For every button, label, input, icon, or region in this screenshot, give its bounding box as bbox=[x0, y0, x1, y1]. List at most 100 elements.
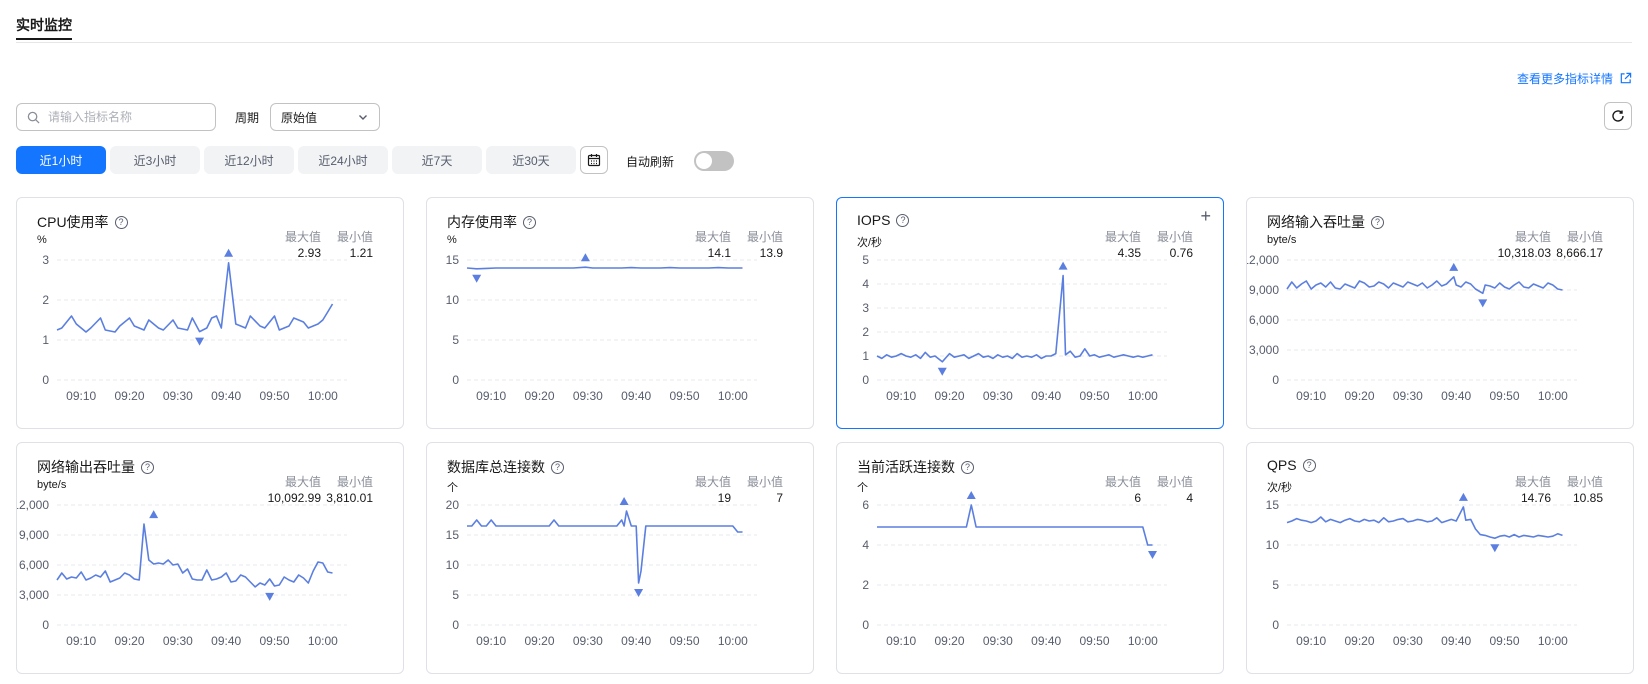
metric-card[interactable]: 0 5 10 15 20 09:10 09:20 09:30 09:40 09:50 10:00 数据… bbox=[426, 442, 814, 674]
min-value: 8,666.17 bbox=[1556, 246, 1603, 260]
x-tick-label: 09:30 bbox=[1393, 634, 1423, 648]
calendar-button[interactable] bbox=[580, 146, 608, 174]
y-tick-label: 3,000 bbox=[19, 588, 49, 602]
series-line bbox=[876, 274, 1153, 363]
metric-card[interactable]: 0 5 10 15 09:10 09:20 09:30 09:40 09:50 10:00 QPS?… bbox=[1246, 442, 1634, 674]
x-tick-label: 09:50 bbox=[1489, 389, 1519, 403]
min-stat: 最小值 4 bbox=[1157, 473, 1193, 505]
y-tick-label: 3 bbox=[862, 301, 869, 315]
metric-card[interactable]: 0 3,000 6,000 9,000 12,000 09:10 09:20 09:30 09:… bbox=[1246, 197, 1634, 429]
y-tick-label: 2 bbox=[42, 293, 49, 307]
chevron-down-icon bbox=[359, 115, 367, 120]
y-tick-label: 0 bbox=[452, 618, 459, 632]
x-tick-label: 09:20 bbox=[1344, 634, 1374, 648]
help-icon[interactable]: ? bbox=[1371, 215, 1384, 229]
metric-title-text: 网络输出吞吐量 bbox=[37, 459, 135, 475]
metric-unit: 次/秒 bbox=[857, 237, 883, 249]
metric-title: IOPS? bbox=[857, 212, 910, 228]
min-value: 1.21 bbox=[349, 246, 373, 260]
help-icon[interactable]: ? bbox=[896, 213, 910, 227]
y-tick-label: 15 bbox=[446, 528, 460, 542]
max-value: 19 bbox=[717, 491, 731, 505]
y-tick-label: 5 bbox=[452, 333, 459, 347]
metric-card[interactable]: 0 5 10 15 09:10 09:20 09:30 09:40 09:50 10:00 内存使用… bbox=[426, 197, 814, 429]
x-tick-label: 09:40 bbox=[1441, 634, 1471, 648]
add-icon[interactable]: + bbox=[1200, 206, 1211, 227]
series-line bbox=[56, 262, 334, 333]
max-label: 最大值 bbox=[1104, 475, 1141, 489]
help-icon[interactable]: ? bbox=[141, 460, 154, 474]
min-marker bbox=[1490, 544, 1500, 553]
y-tick-label: 6,000 bbox=[19, 558, 49, 572]
max-stat: 最大值 19 bbox=[695, 473, 731, 505]
min-label: 最小值 bbox=[336, 475, 373, 489]
more-metrics-link[interactable]: 查看更多指标详情 bbox=[1517, 70, 1632, 87]
y-tick-label: 9,000 bbox=[1249, 283, 1279, 297]
metric-unit: byte/s bbox=[37, 479, 67, 491]
range-3h-button[interactable]: 近3小时 bbox=[110, 146, 200, 174]
y-tick-label: 10 bbox=[1266, 538, 1280, 552]
range-7d-button[interactable]: 近7天 bbox=[392, 146, 482, 174]
series-line bbox=[1286, 506, 1563, 539]
min-value: 4 bbox=[1186, 491, 1193, 505]
y-tick-label: 0 bbox=[862, 618, 869, 632]
y-tick-label: 2 bbox=[862, 325, 869, 339]
auto-refresh-label: 自动刷新 bbox=[626, 155, 675, 169]
range-12h-button[interactable]: 近12小时 bbox=[204, 146, 294, 174]
period-select[interactable]: 原始值 bbox=[270, 103, 380, 131]
min-label: 最小值 bbox=[336, 230, 373, 244]
x-tick-label: 09:50 bbox=[1489, 634, 1519, 648]
metric-card[interactable]: 0 1 2 3 4 5 09:10 09:20 09:30 09:40 09:50 10:00 IOPS… bbox=[836, 197, 1224, 429]
help-icon[interactable]: ? bbox=[551, 460, 564, 474]
range-30d-button[interactable]: 近30天 bbox=[486, 146, 576, 174]
min-marker bbox=[1478, 299, 1488, 308]
metric-title-text: QPS bbox=[1267, 457, 1297, 473]
x-tick-label: 09:20 bbox=[1344, 389, 1374, 403]
search-input[interactable] bbox=[46, 109, 210, 125]
metric-unit: % bbox=[447, 234, 457, 246]
y-tick-label: 15 bbox=[446, 253, 460, 267]
x-tick-label: 09:50 bbox=[669, 389, 699, 403]
x-tick-label: 09:50 bbox=[1079, 389, 1109, 403]
tab-realtime-monitoring[interactable]: 实时监控 bbox=[16, 15, 72, 35]
y-tick-label: 10 bbox=[446, 293, 460, 307]
y-tick-label: 1 bbox=[862, 349, 869, 363]
help-icon[interactable]: ? bbox=[961, 460, 974, 474]
help-icon[interactable]: ? bbox=[523, 215, 536, 229]
y-tick-label: 12,000 bbox=[1247, 253, 1279, 267]
x-tick-label: 09:50 bbox=[1079, 634, 1109, 648]
x-tick-label: 09:10 bbox=[66, 634, 96, 648]
x-tick-label: 09:20 bbox=[934, 389, 964, 403]
metric-card[interactable]: 0 3,000 6,000 9,000 12,000 09:10 09:20 09:30 09:… bbox=[16, 442, 404, 674]
min-value: 13.9 bbox=[759, 246, 783, 260]
x-tick-label: 09:40 bbox=[621, 634, 651, 648]
range-1h-button[interactable]: 近1小时 bbox=[16, 146, 106, 174]
y-tick-label: 4 bbox=[862, 277, 869, 291]
y-tick-label: 15 bbox=[1266, 498, 1280, 512]
period-label: 周期 bbox=[235, 111, 260, 125]
x-tick-label: 09:20 bbox=[524, 389, 554, 403]
metric-card[interactable]: 0 1 2 3 09:10 09:20 09:30 09:40 09:50 10:00 CPU使用率… bbox=[16, 197, 404, 429]
refresh-button[interactable] bbox=[1604, 102, 1632, 130]
help-icon[interactable]: ? bbox=[1302, 458, 1316, 472]
metric-title-text: 内存使用率 bbox=[447, 214, 517, 230]
period-select-value: 原始值 bbox=[281, 110, 318, 125]
max-marker bbox=[580, 253, 590, 262]
max-label: 最大值 bbox=[1514, 230, 1551, 244]
x-tick-label: 09:40 bbox=[211, 389, 241, 403]
search-icon bbox=[27, 111, 40, 124]
auto-refresh-toggle[interactable] bbox=[694, 151, 734, 171]
help-icon[interactable]: ? bbox=[114, 215, 128, 229]
tab-bar: 实时监控 bbox=[16, 0, 1632, 43]
max-stat: 最大值 10,318.03 bbox=[1498, 228, 1551, 260]
min-label: 最小值 bbox=[1156, 230, 1193, 244]
max-label: 最大值 bbox=[694, 475, 731, 489]
metric-card[interactable]: 0 2 4 6 09:10 09:20 09:30 09:40 09:50 10:00 当前活跃连接… bbox=[836, 442, 1224, 674]
max-label: 最大值 bbox=[1104, 230, 1141, 244]
x-tick-label: 09:10 bbox=[1296, 389, 1326, 403]
metric-unit: 个 bbox=[857, 482, 868, 494]
metric-search-box[interactable] bbox=[16, 103, 216, 131]
max-marker bbox=[966, 491, 976, 499]
range-24h-button[interactable]: 近24小时 bbox=[298, 146, 388, 174]
min-stat: 最小值 13.9 bbox=[747, 228, 783, 260]
